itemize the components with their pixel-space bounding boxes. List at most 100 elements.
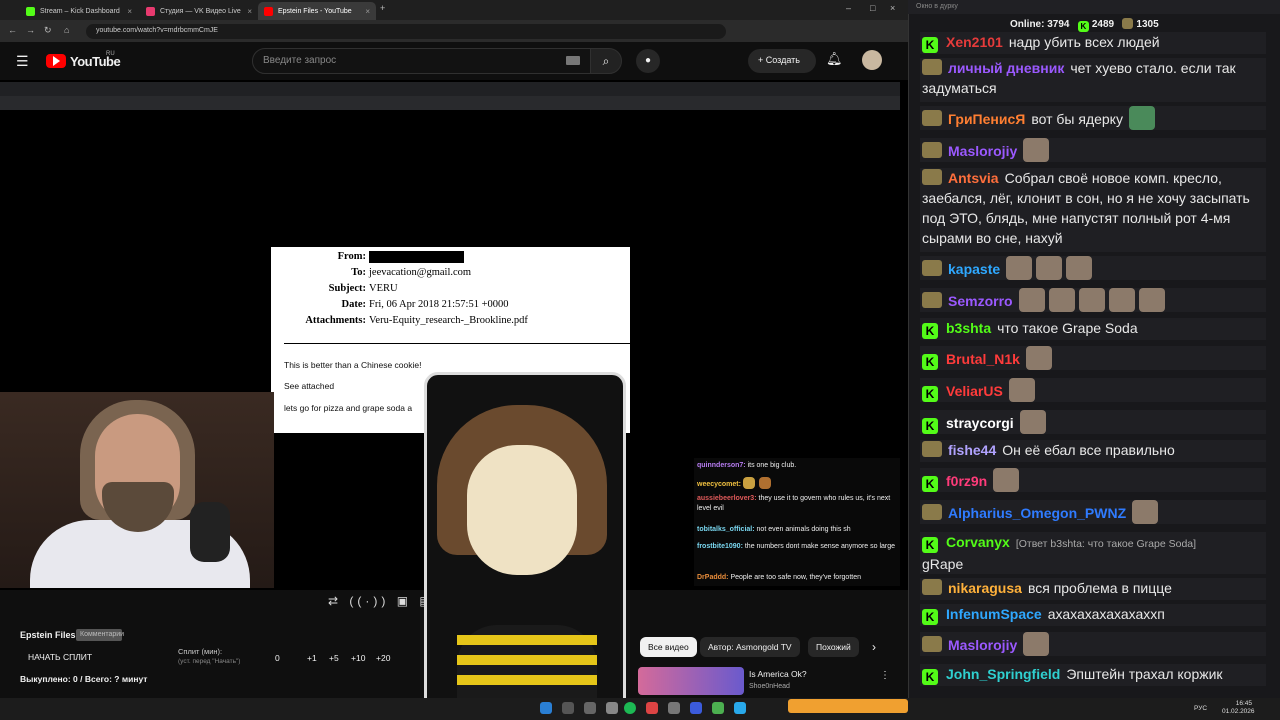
tab-vk-studio[interactable]: Студия — VK Видео Live × [140, 2, 258, 20]
recommended-title[interactable]: Is America Ok? [749, 669, 807, 679]
ov-user: DrPaddd: [697, 574, 729, 581]
chat-titlebar: Окно в дурку [908, 0, 1280, 14]
emote-icon [758, 477, 771, 489]
chat-username[interactable]: Semzorro [948, 293, 1013, 309]
close-icon[interactable]: × [247, 7, 252, 16]
chat-username[interactable]: Maslorojiy [948, 637, 1017, 653]
chat-message: K John_Springfield Эпштейн трахал коржик [920, 664, 1266, 686]
chat-text: Он её ебал все правильно [1002, 442, 1175, 458]
ov-user: frostbite1090: [697, 543, 743, 550]
app-icon[interactable] [690, 702, 702, 714]
tab-label: Студия — VK Видео Live [160, 7, 241, 15]
chat-username[interactable]: InfenumSpace [946, 606, 1042, 622]
chat-username[interactable]: VeliarUS [946, 383, 1003, 399]
chat-username[interactable]: ГриПенисЯ [948, 111, 1025, 127]
chip-author[interactable]: Автор: Asmongold TV [700, 637, 800, 657]
increment-0[interactable]: 0 [275, 653, 280, 663]
chat-text: вот бы ядерку [1031, 111, 1123, 127]
avatar[interactable] [862, 50, 882, 70]
kick-icon: K [922, 386, 938, 402]
app-icon[interactable] [562, 702, 574, 714]
chat-username[interactable]: Brutal_N1k [946, 351, 1020, 367]
app-icon[interactable] [712, 702, 724, 714]
increment-5[interactable]: +5 [329, 653, 339, 663]
comments-badge[interactable]: Комментарии [76, 629, 124, 641]
twitch-badge-icon [922, 169, 942, 185]
app-icon[interactable] [606, 702, 618, 714]
chat-username[interactable]: Corvanyx [946, 534, 1010, 550]
keyboard-icon[interactable] [566, 56, 580, 65]
chat-username[interactable]: b3shta [946, 320, 991, 336]
app-icon[interactable] [668, 702, 680, 714]
chat-username[interactable]: nikaragusa [948, 580, 1022, 596]
maximize-icon[interactable]: □ [870, 3, 875, 13]
back-icon[interactable]: ← [8, 25, 17, 35]
emote-icon [1008, 378, 1035, 402]
close-icon[interactable]: × [127, 7, 132, 16]
start-split-button[interactable]: НАЧАТЬ СПЛИТ [28, 652, 92, 662]
ov-text: the numbers dont make sense anymore so l… [744, 543, 896, 550]
reload-icon[interactable]: ↻ [44, 25, 52, 36]
clock[interactable]: 16:45 01.02.2026 [1222, 700, 1255, 716]
url-field[interactable]: youtube.com/watch?v=mdrbcmmCmJE [86, 24, 726, 39]
chat-username[interactable]: личный дневник [948, 60, 1064, 76]
chat-username[interactable]: straycorgi [946, 415, 1014, 431]
chat-message: K Brutal_N1k [920, 346, 1266, 370]
chat-username[interactable]: Alpharius_Omegon_PWNZ [948, 505, 1126, 521]
close-window-icon[interactable]: × [890, 3, 895, 13]
language-indicator[interactable]: РУС [1194, 705, 1207, 712]
chat-username[interactable]: Xen2101 [946, 34, 1003, 50]
chat-username[interactable]: kapaste [948, 261, 1000, 277]
chat-username[interactable]: Antsvia [948, 170, 999, 186]
create-label: Создать [765, 55, 800, 65]
chat-username[interactable]: John_Springfield [946, 666, 1060, 682]
spotify-icon[interactable] [624, 702, 636, 714]
chip-similar[interactable]: Похожий [808, 637, 859, 657]
meme-party-widget[interactable] [788, 699, 908, 713]
home-icon[interactable]: ⌂ [64, 25, 69, 35]
app-icon[interactable] [646, 702, 658, 714]
webcam-feed [0, 392, 274, 588]
increment-20[interactable]: +20 [376, 653, 390, 663]
play-triangle-icon [53, 56, 60, 66]
more-options-icon[interactable]: ⋮ [880, 670, 890, 681]
increment-1[interactable]: +1 [307, 653, 317, 663]
bell-icon[interactable]: 🔔︎ [826, 51, 843, 67]
search-button[interactable]: ⌕ [590, 48, 622, 74]
close-icon[interactable]: × [365, 7, 370, 16]
search-input[interactable]: Введите запрос [252, 48, 592, 74]
minimize-icon[interactable]: – [846, 3, 851, 13]
kick-icon: K [922, 354, 938, 370]
telegram-icon[interactable] [734, 702, 746, 714]
twitch-badge-icon [922, 292, 942, 308]
redaction-bar [369, 251, 464, 263]
chip-all-videos[interactable]: Все видео [640, 637, 697, 657]
twitch-badge-icon [922, 504, 942, 520]
twitch-badge-icon [922, 636, 942, 652]
body-line-3: lets go for pizza and grape soda a [284, 403, 413, 413]
emote-icon [1128, 106, 1155, 130]
recommended-channel[interactable]: Shoe0nHead [749, 683, 790, 690]
chat-username[interactable]: Maslorojiy [948, 143, 1017, 159]
app-icon[interactable] [540, 702, 552, 714]
chat-message: nikaragusa вся проблема в пицце [920, 578, 1266, 600]
new-tab-icon[interactable]: + [380, 3, 385, 13]
from-label: From: [337, 251, 366, 262]
forward-icon[interactable]: → [26, 25, 35, 35]
create-button[interactable]: + Создать [748, 49, 816, 73]
tab-label: Stream – Kick Dashboard [40, 7, 120, 15]
chat-username[interactable]: f0rz9n [946, 473, 987, 489]
menu-icon[interactable]: ☰ [16, 53, 29, 70]
chevron-right-icon[interactable]: › [872, 640, 876, 654]
tab-youtube-epstein[interactable]: Epstein Files - YouTube × [258, 2, 376, 20]
chat-username[interactable]: fishe44 [948, 442, 996, 458]
increment-10[interactable]: +10 [351, 653, 365, 663]
chat-message: K Corvanyx [Ответ b3shta: что такое Grape … [920, 532, 1266, 574]
recommended-thumbnail[interactable] [638, 667, 744, 695]
chat-message: личный дневник чет хуево стало. если так … [920, 58, 1266, 102]
app-icon[interactable] [584, 702, 596, 714]
voice-search-button[interactable]: ● [636, 49, 660, 73]
body-line-1: This is better than a Chinese cookie! [284, 360, 422, 370]
split-label: Сплит (мин): [178, 647, 223, 656]
tab-kick-dashboard[interactable]: Stream – Kick Dashboard × [20, 2, 138, 20]
